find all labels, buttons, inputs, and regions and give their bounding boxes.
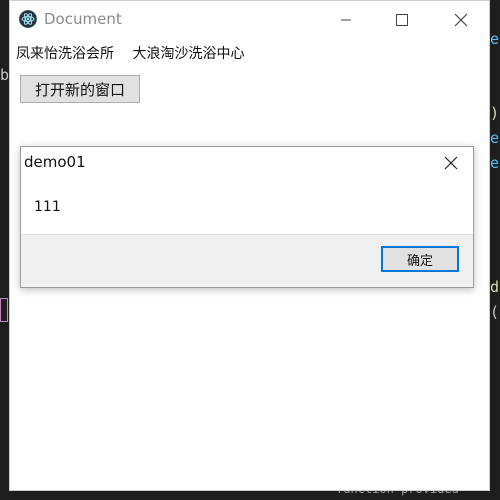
maximize-button[interactable] (379, 1, 425, 39)
editor-bracket-highlight (0, 298, 8, 322)
electron-icon (19, 10, 37, 28)
window-title: Document (44, 10, 122, 28)
editor-text-fragment: e (490, 129, 500, 147)
minimize-button[interactable] (323, 1, 369, 39)
message-dialog: demo01 111 确定 (20, 146, 474, 288)
window-close-button[interactable] (438, 1, 484, 39)
ok-button[interactable]: 确定 (381, 246, 459, 272)
open-new-window-button[interactable]: 打开新的窗口 (20, 75, 140, 103)
link-item[interactable]: 凤来怡洗浴会所 (16, 46, 114, 62)
minimize-icon (341, 19, 351, 21)
dialog-close-button[interactable] (437, 151, 465, 175)
maximize-icon (396, 14, 408, 26)
editor-text-fragment: d (490, 278, 500, 296)
link-row: 凤来怡洗浴会所 大浪淘沙洗浴中心 (16, 43, 258, 63)
editor-text-fragment: b (0, 66, 10, 84)
editor-text-fragment: ) (490, 104, 500, 122)
dialog-footer: 确定 (21, 234, 473, 287)
dialog-message: 111 (34, 199, 61, 215)
editor-text-fragment: e (490, 30, 500, 48)
dialog-title: demo01 (24, 153, 86, 171)
close-icon (444, 156, 458, 170)
link-item[interactable]: 大浪淘沙洗浴中心 (132, 46, 244, 62)
editor-text-fragment: e (490, 154, 500, 172)
title-bar[interactable]: Document (10, 1, 489, 39)
close-icon (454, 13, 468, 27)
editor-text-fragment: ( (490, 303, 500, 321)
